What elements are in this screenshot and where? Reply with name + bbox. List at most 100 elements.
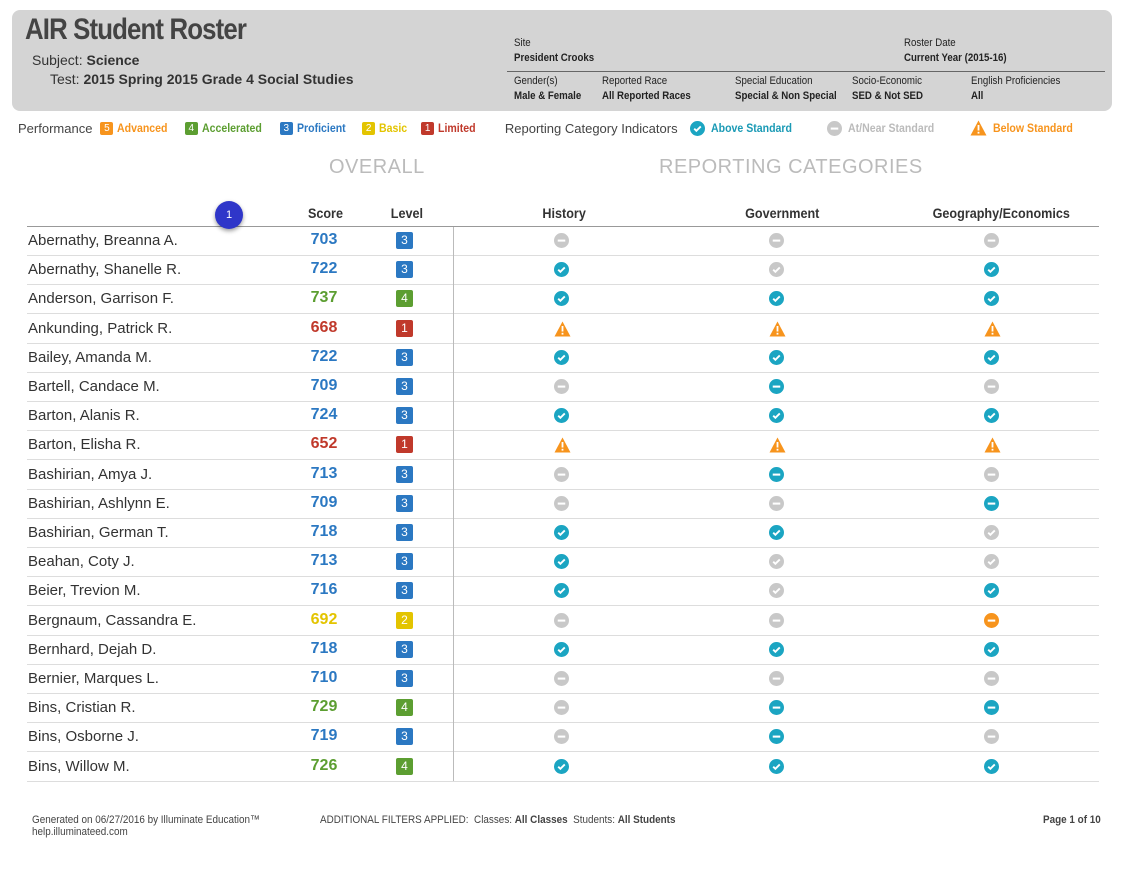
- table-row[interactable]: Beier, Trevion M. 716 3: [27, 576, 1099, 607]
- student-name[interactable]: Bins, Cristian R.: [28, 699, 136, 716]
- help-link[interactable]: help.illuminateed.com: [32, 826, 128, 838]
- history-check-circle-icon: [554, 641, 569, 662]
- government-minus-circle-icon: [769, 233, 784, 253]
- ses-value: SED & Not SED: [852, 90, 924, 102]
- level-label: Proficient: [296, 121, 346, 135]
- generated-text: Generated on 06/27/2016 by Illuminate Ed…: [32, 814, 260, 826]
- student-name[interactable]: Bins, Osborne J.: [28, 728, 139, 745]
- ses-field: Socio-Economic SED & Not SED: [852, 75, 923, 102]
- column-history[interactable]: History: [542, 205, 585, 221]
- table-row[interactable]: Bashirian, German T. 718 3: [27, 518, 1099, 548]
- level-badge: 3: [396, 582, 413, 600]
- student-name[interactable]: Abernathy, Shanelle R.: [28, 261, 181, 278]
- student-score: 718: [310, 523, 338, 540]
- level-badge: 1: [396, 436, 413, 454]
- level-label: Basic: [379, 121, 408, 135]
- students-value: All Students: [617, 814, 676, 826]
- student-name[interactable]: Bergnaum, Cassandra E.: [28, 612, 196, 629]
- legend-bar: Performance 5 Advanced 4 Accelerated 3 Profic…: [18, 120, 1107, 136]
- sped-value: Special & Non Special: [735, 90, 837, 102]
- level-label: Advanced: [117, 121, 168, 135]
- student-name[interactable]: Barton, Elisha R.: [28, 436, 141, 453]
- student-name[interactable]: Bernhard, Dejah D.: [28, 641, 156, 658]
- government-check-circle-icon: [769, 758, 784, 779]
- government-check-circle-icon: [769, 554, 784, 574]
- geography-check-circle-icon: [984, 554, 999, 574]
- student-name[interactable]: Beahan, Coty J.: [28, 553, 135, 570]
- student-name[interactable]: Beier, Trevion M.: [28, 582, 141, 599]
- table-row[interactable]: Ankunding, Patrick R. 668 1: [27, 314, 1099, 344]
- student-name[interactable]: Bins, Willow M.: [28, 758, 130, 775]
- table-row[interactable]: Beahan, Coty J. 713 3: [27, 547, 1099, 578]
- history-check-circle-icon: [554, 262, 569, 282]
- student-name[interactable]: Anderson, Garrison F.: [28, 290, 174, 307]
- table-row[interactable]: Anderson, Garrison F. 737 4: [27, 284, 1099, 315]
- table-row[interactable]: Bernhard, Dejah D. 718 3: [27, 635, 1099, 665]
- student-name[interactable]: Bartell, Candace M.: [28, 378, 160, 395]
- geography-check-circle-icon: [984, 641, 999, 662]
- table-row[interactable]: Bartell, Candace M. 709 3: [27, 372, 1099, 402]
- column-government[interactable]: Government: [745, 205, 819, 221]
- government-check-circle-icon: [769, 291, 784, 311]
- student-name[interactable]: Barton, Alanis R.: [28, 407, 140, 424]
- student-name[interactable]: Ankunding, Patrick R.: [28, 320, 172, 337]
- table-row[interactable]: Abernathy, Breanna A. 703 3: [27, 226, 1099, 256]
- table-row[interactable]: Abernathy, Shanelle R. 722 3: [27, 255, 1099, 286]
- table-row[interactable]: Bins, Osborne J. 719 3: [27, 722, 1099, 753]
- report-header: AIR Student Roster Subject: Science Test…: [12, 10, 1112, 111]
- government-minus-circle-icon: [769, 729, 784, 749]
- table-row[interactable]: Bergnaum, Cassandra E. 692 2: [27, 606, 1099, 636]
- student-name[interactable]: Bashirian, Ashlynn E.: [28, 495, 170, 512]
- government-minus-circle-icon: [769, 495, 784, 516]
- column-score[interactable]: Score: [308, 205, 343, 221]
- geography-check-circle-icon: [984, 291, 999, 311]
- gender-value: Male & Female: [514, 90, 582, 102]
- history-minus-circle-icon: [554, 466, 569, 487]
- history-check-circle-icon: [554, 408, 569, 428]
- level-badge: 2: [396, 611, 413, 629]
- table-row[interactable]: Barton, Elisha R. 652 1: [27, 430, 1099, 461]
- level-badge: 4: [396, 290, 413, 308]
- site-field: Site President Crooks: [514, 37, 594, 64]
- table-row[interactable]: Bins, Willow M. 726 4: [27, 752, 1099, 782]
- student-name[interactable]: Bashirian, Amya J.: [28, 466, 152, 483]
- level-badge: 3: [396, 670, 413, 687]
- annotation-marker[interactable]: 1: [215, 201, 243, 229]
- footer-filters: ADDITIONAL FILTERS APPLIED: Classes: All…: [320, 814, 675, 826]
- history-check-circle-icon: [554, 349, 569, 370]
- level-badge: 4: [396, 699, 413, 717]
- geography-minus-circle-icon: [984, 466, 999, 487]
- level-badge: 3: [396, 378, 413, 395]
- student-score: 716: [310, 581, 338, 599]
- subject-label: Subject:: [32, 52, 83, 68]
- student-name[interactable]: Abernathy, Breanna A.: [28, 232, 178, 249]
- table-row[interactable]: Bernier, Marques L. 710 3: [27, 664, 1099, 694]
- indicator-label: At/Near Standard: [847, 121, 934, 135]
- student-score: 710: [310, 669, 338, 686]
- student-name[interactable]: Bashirian, German T.: [28, 524, 169, 541]
- table-row[interactable]: Bailey, Amanda M. 722 3: [27, 343, 1099, 373]
- student-score: 652: [310, 435, 338, 453]
- indicator-label: Above Standard: [710, 121, 792, 135]
- level-badge: 3: [396, 640, 413, 658]
- filters-label: ADDITIONAL FILTERS APPLIED:: [320, 814, 469, 826]
- table-row[interactable]: Bins, Cristian R. 729 4: [27, 693, 1099, 724]
- student-name[interactable]: Bernier, Marques L.: [28, 670, 159, 687]
- gender-field: Gender(s) Male & Female: [514, 75, 581, 102]
- classes-value: All Classes: [514, 814, 568, 826]
- table-row[interactable]: Bashirian, Amya J. 713 3: [27, 460, 1099, 490]
- ell-field: English Proficiencies All: [971, 75, 1060, 102]
- table-row[interactable]: Barton, Alanis R. 724 3: [27, 401, 1099, 432]
- roster-date-field: Roster Date Current Year (2015-16): [904, 37, 1007, 64]
- student-score: 737: [310, 289, 338, 307]
- sped-label: Special Education: [735, 75, 813, 87]
- history-minus-circle-icon: [554, 700, 569, 720]
- column-geography-economics[interactable]: Geography/Economics: [933, 205, 1070, 221]
- student-name[interactable]: Bailey, Amanda M.: [28, 349, 152, 366]
- column-level[interactable]: Level: [391, 205, 423, 221]
- level-badge: 3: [396, 407, 413, 425]
- level-badge: 3: [396, 553, 413, 571]
- government-minus-circle-icon: [769, 612, 784, 633]
- table-row[interactable]: Bashirian, Ashlynn E. 709 3: [27, 489, 1099, 519]
- test-label: Test:: [50, 71, 80, 87]
